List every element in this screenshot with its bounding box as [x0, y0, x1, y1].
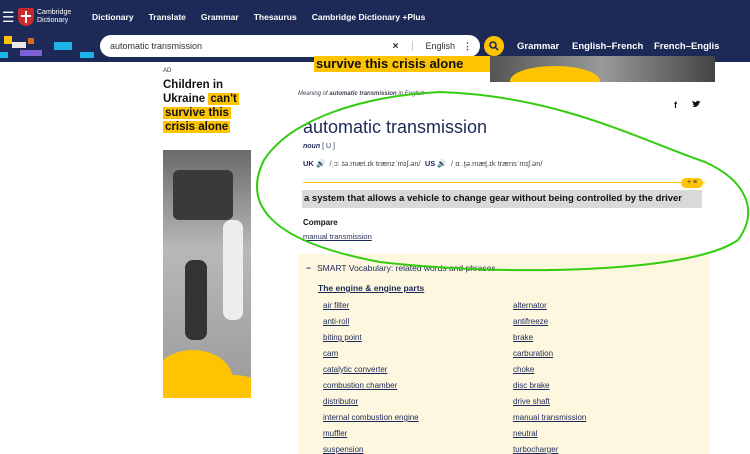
grammar-code: [ U ] — [322, 143, 335, 150]
uk-audio-icon[interactable]: 🔊 — [316, 159, 325, 168]
search-icon — [489, 41, 499, 51]
vocab-link[interactable]: manual transmission — [513, 413, 586, 422]
vocab-link[interactable]: turbocharger — [513, 445, 558, 454]
vocab-link[interactable]: neutral — [513, 429, 537, 438]
top-nav: ☰ Cambridge Dictionary Dictionary Transla… — [0, 0, 750, 34]
pronunciation-row: UK 🔊 /ˌɔː.tə.mæt.ɪk trænzˈmɪʃ.ən/ US 🔊 /… — [303, 159, 542, 168]
ad-headline: Children in Ukraine can't survive this c… — [163, 78, 253, 134]
vocab-link[interactable]: disc brake — [513, 381, 549, 390]
vocab-link[interactable]: suspension — [323, 445, 363, 454]
add-to-list-button[interactable]: + ≡ — [681, 178, 703, 188]
twitter-icon[interactable] — [692, 100, 701, 110]
search-input[interactable]: automatic transmission — [110, 41, 393, 51]
sense-divider — [303, 182, 705, 183]
uk-ipa: /ˌɔː.tə.mæt.ɪk trænzˈmɪʃ.ən/ — [329, 159, 421, 168]
logo-line1: Cambridge — [37, 9, 72, 16]
ad-photo — [163, 150, 251, 398]
collapse-icon[interactable]: − — [306, 263, 311, 273]
ad-line1: Children in — [163, 79, 224, 91]
vocab-link[interactable]: combustion chamber — [323, 381, 397, 390]
vocab-link[interactable]: choke — [513, 365, 534, 374]
smart-vocabulary-panel: − SMART Vocabulary: related words and phr… — [298, 254, 710, 454]
clear-icon[interactable]: × — [393, 41, 399, 52]
vocab-link[interactable]: carburation — [513, 349, 553, 358]
cambridge-logo[interactable]: Cambridge Dictionary — [18, 4, 77, 30]
meaning-pre: Meaning of — [298, 91, 328, 97]
smart-vocab-header[interactable]: − SMART Vocabulary: related words and phr… — [306, 263, 502, 273]
smart-vocab-topic[interactable]: The engine & engine parts — [318, 283, 424, 293]
vocab-link[interactable]: catalytic converter — [323, 365, 387, 374]
nav-dictionary[interactable]: Dictionary — [92, 12, 134, 22]
us-label: US — [424, 159, 436, 168]
meaning-post: in English — [398, 91, 425, 97]
pos-noun: noun — [303, 143, 321, 150]
logo-line2: Dictionary — [37, 17, 69, 24]
search-link-english-french[interactable]: English–French — [572, 41, 643, 52]
us-audio-icon[interactable]: 🔊 — [437, 159, 446, 168]
definition-text: a system that allows a vehicle to change… — [302, 190, 702, 208]
top-ad-banner[interactable]: survive this crisis alone — [314, 56, 496, 72]
language-select[interactable]: English — [412, 41, 455, 51]
ad-line2a: Ukraine — [163, 93, 206, 105]
ad-line2b: can't — [208, 93, 239, 105]
compare-link[interactable]: manual transmission — [303, 232, 372, 241]
vocab-link[interactable]: distributor — [323, 397, 358, 406]
vocab-link[interactable]: anti-roll — [323, 317, 349, 326]
compare-label: Compare — [303, 218, 338, 227]
vocab-link[interactable]: internal combustion engine — [323, 413, 419, 422]
more-options-icon[interactable]: ⋮ — [463, 41, 472, 52]
vocab-link[interactable]: cam — [323, 349, 338, 358]
nav-plus[interactable]: Cambridge Dictionary +Plus — [312, 12, 426, 22]
nav-grammar[interactable]: Grammar — [201, 12, 239, 22]
uk-label: UK — [303, 159, 314, 168]
meaning-term: automatic transmission — [329, 91, 397, 97]
shield-icon — [18, 8, 34, 26]
nav-translate[interactable]: Translate — [149, 12, 186, 22]
headword: automatic transmission — [303, 117, 488, 137]
vocab-link[interactable]: air filter — [323, 301, 349, 310]
us-ipa: /ˌɑː.t̬ə.mæt̬.ɪk trænsˈmɪʃ.ən/ — [450, 159, 543, 168]
top-ad-image[interactable] — [490, 56, 715, 82]
meaning-of-label: Meaning of automatic transmission in Eng… — [298, 91, 424, 97]
vocab-link[interactable]: brake — [513, 333, 533, 342]
vocab-link[interactable]: biting point — [323, 333, 362, 342]
ad-line4: crisis alone — [163, 121, 231, 133]
vocab-link[interactable]: drive shaft — [513, 397, 550, 406]
vocab-link[interactable]: antifreeze — [513, 317, 548, 326]
facebook-icon[interactable]: f — [674, 100, 677, 110]
search-button[interactable] — [484, 36, 504, 56]
part-of-speech: noun [ U ] — [303, 143, 335, 150]
search-box[interactable]: automatic transmission × English ⋮ — [100, 35, 480, 57]
smart-vocab-title: SMART Vocabulary: related words and phra… — [316, 263, 496, 273]
hamburger-menu-icon[interactable]: ☰ — [2, 9, 16, 26]
vocab-link[interactable]: alternator — [513, 301, 547, 310]
vocab-link[interactable]: muffler — [323, 429, 347, 438]
search-link-grammar[interactable]: Grammar — [517, 41, 559, 52]
search-link-french-english[interactable]: French–Englis — [654, 41, 719, 52]
side-advert[interactable]: AD Children in Ukraine can't survive thi… — [163, 68, 253, 398]
nav-thesaurus[interactable]: Thesaurus — [254, 12, 297, 22]
ad-label: AD — [163, 68, 172, 74]
ad-line3: survive this — [163, 107, 231, 119]
